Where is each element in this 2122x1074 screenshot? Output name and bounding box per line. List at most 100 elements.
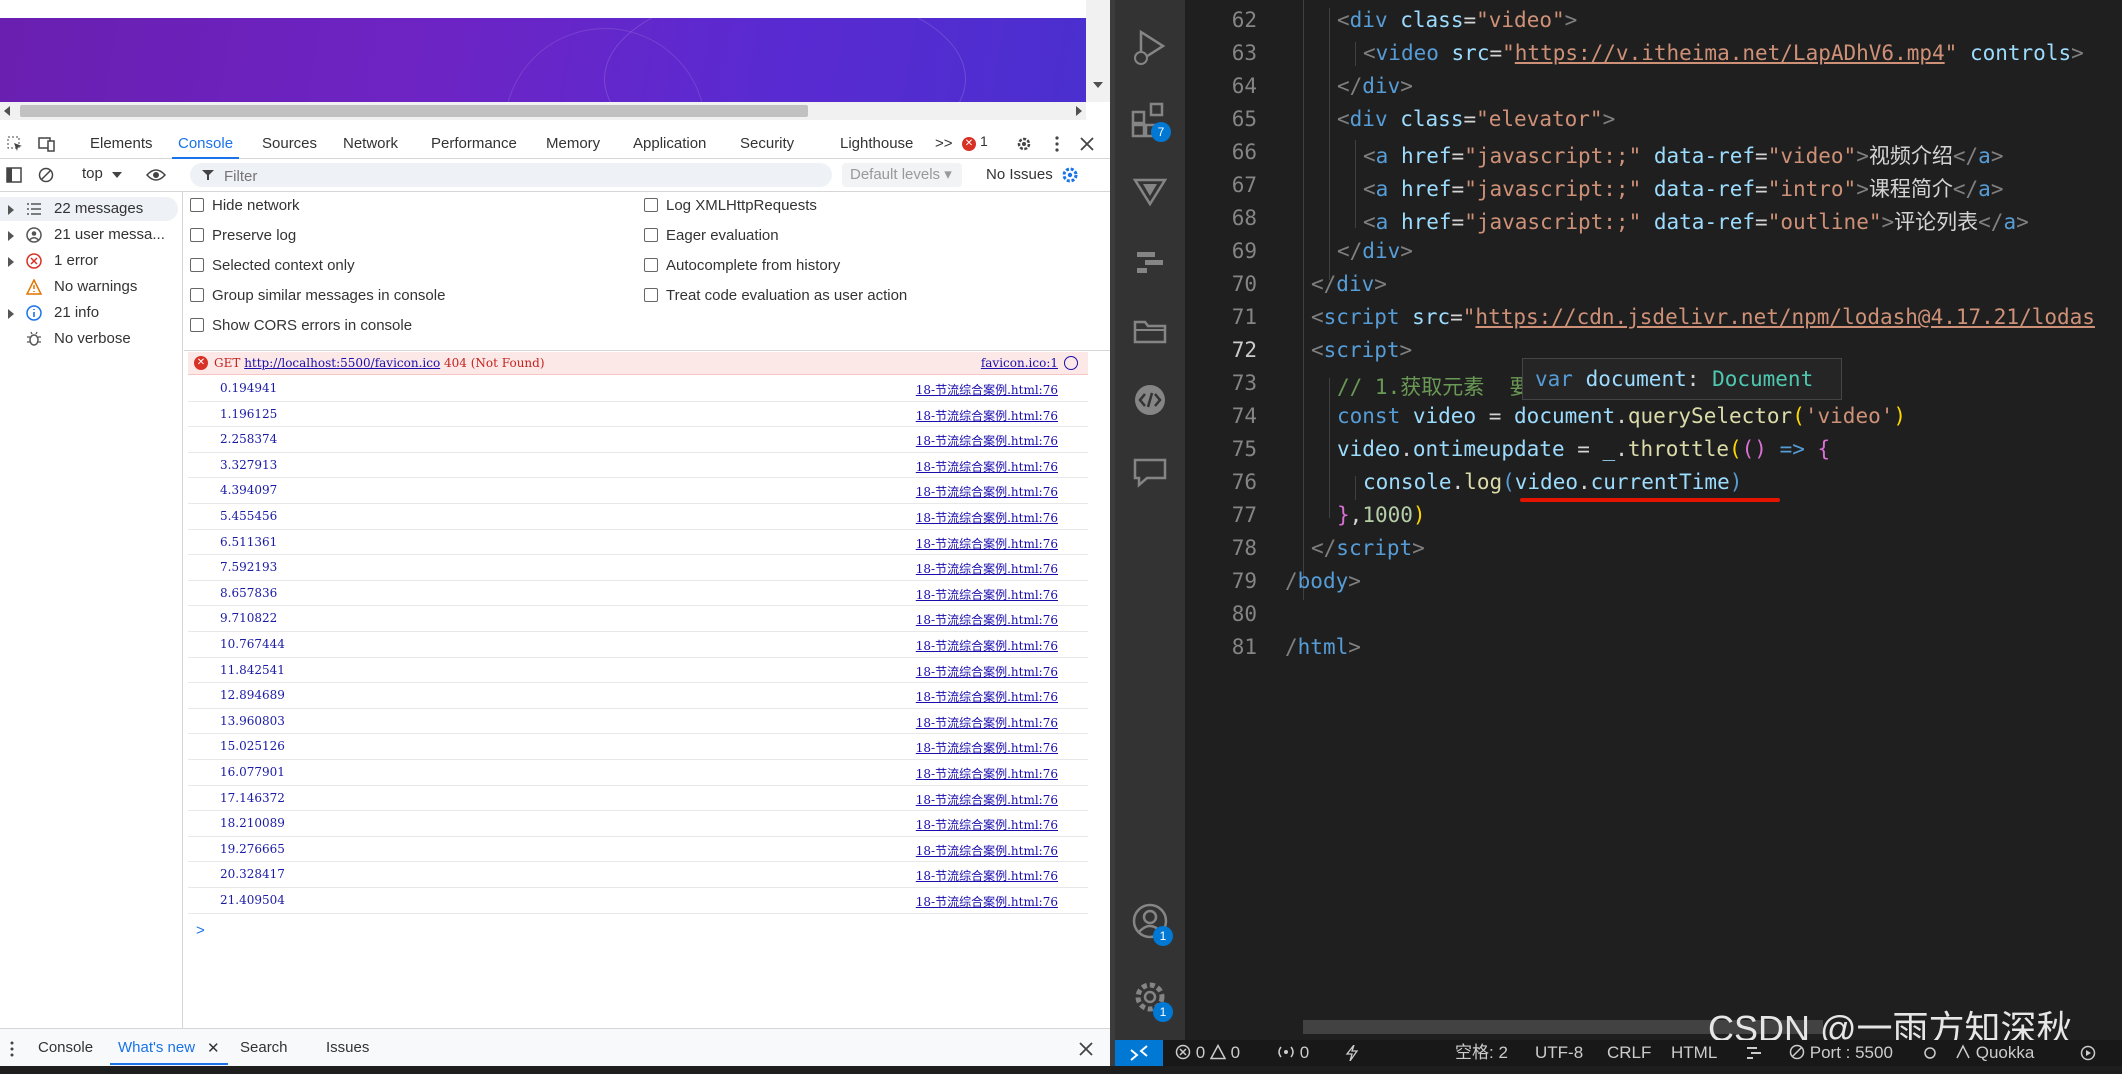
lightning-icon[interactable] <box>1345 1045 1359 1061</box>
tab-security[interactable]: Security <box>740 133 794 155</box>
error-url-link[interactable]: http://localhost:5500/favicon.ico <box>244 356 440 370</box>
log-source-link[interactable]: 18-节流综合案例.html:76 <box>916 432 1058 449</box>
indentation-status[interactable]: 空格: 2 <box>1455 1040 1508 1066</box>
log-source-link[interactable]: 18-节流综合案例.html:76 <box>916 765 1058 782</box>
log-source-link[interactable]: 18-节流综合案例.html:76 <box>916 893 1058 910</box>
drawer-close-icon[interactable] <box>1078 1041 1094 1057</box>
group-similar-checkbox[interactable]: Group similar messages in console <box>190 286 445 306</box>
drawer-tab-close-icon[interactable]: ✕ <box>207 1039 220 1057</box>
log-source-link[interactable]: 18-节流综合案例.html:76 <box>916 867 1058 884</box>
network-globe-icon[interactable] <box>1064 356 1078 370</box>
drawer-menu-icon[interactable] <box>8 1041 16 1057</box>
tab-network[interactable]: Network <box>343 133 398 155</box>
log-source-link[interactable]: 18-节流综合案例.html:76 <box>916 739 1058 756</box>
tab-application[interactable]: Application <box>633 133 706 155</box>
ports-indicator[interactable]: 0 <box>1277 1040 1309 1066</box>
format-icon[interactable] <box>1745 1045 1763 1061</box>
log-levels-dropdown[interactable]: Default levels ▾ <box>842 163 962 187</box>
drawer-tab-issues[interactable]: Issues <box>326 1039 369 1056</box>
more-tabs-chevron-icon[interactable]: >> <box>935 133 953 155</box>
tab-console[interactable]: Console <box>171 133 240 159</box>
accounts-icon[interactable]: 1 <box>1129 900 1173 946</box>
tab-lighthouse[interactable]: Lighthouse <box>840 133 913 155</box>
sidebar-item-warnings[interactable]: No warnings <box>0 275 178 299</box>
tab-elements[interactable]: Elements <box>90 133 153 155</box>
log-source-link[interactable]: 18-节流综合案例.html:76 <box>916 637 1058 654</box>
log-source-link[interactable]: 18-节流综合案例.html:76 <box>916 483 1058 500</box>
sidebar-toggle-icon[interactable] <box>6 167 22 183</box>
filter-box[interactable] <box>190 163 832 187</box>
log-source-link[interactable]: 18-节流综合案例.html:76 <box>916 714 1058 731</box>
close-icon[interactable] <box>1078 135 1096 153</box>
log-source-link[interactable]: 18-节流综合案例.html:76 <box>916 458 1058 475</box>
filter-input[interactable] <box>222 165 816 187</box>
code-editor[interactable]: 62 63 64 65 66 67 68 69 70 71 72 73 74 75 76 77 78 79 80 81… <box>1185 0 2122 1040</box>
console-settings-gear-icon[interactable] <box>1060 165 1080 185</box>
comments-icon[interactable] <box>1129 450 1171 492</box>
context-selector[interactable]: top <box>82 165 103 182</box>
scroll-left-arrow-icon[interactable] <box>4 106 10 116</box>
extensions-icon[interactable]: 7 <box>1129 98 1171 142</box>
selected-context-checkbox[interactable]: Selected context only <box>190 256 355 276</box>
inspect-element-icon[interactable] <box>6 135 24 153</box>
remote-explorer-icon[interactable] <box>1129 170 1171 212</box>
manage-gear-icon[interactable]: 1 <box>1129 976 1173 1022</box>
sidebar-item-verbose[interactable]: No verbose <box>0 327 178 351</box>
preserve-log-checkbox[interactable]: Preserve log <box>190 226 296 246</box>
log-source-link[interactable]: 18-节流综合案例.html:76 <box>916 560 1058 577</box>
tab-performance[interactable]: Performance <box>431 133 517 155</box>
error-count-badge-icon[interactable]: ✕ <box>962 137 976 151</box>
log-source-link[interactable]: 18-节流综合案例.html:76 <box>916 535 1058 552</box>
quokka-status[interactable]: Quokka <box>1955 1040 2034 1066</box>
log-source-link[interactable]: 18-节流综合案例.html:76 <box>916 842 1058 859</box>
issues-counter[interactable]: No Issues <box>986 166 1053 183</box>
log-source-link[interactable]: 18-节流综合案例.html:76 <box>916 663 1058 680</box>
console-prompt[interactable]: > <box>196 922 205 939</box>
log-xhr-checkbox[interactable]: Log XMLHttpRequests <box>644 196 817 216</box>
folder-icon[interactable] <box>1129 310 1171 352</box>
log-source-link[interactable]: 18-节流综合案例.html:76 <box>916 816 1058 833</box>
encoding-status[interactable]: UTF-8 <box>1535 1040 1583 1066</box>
clear-console-icon[interactable] <box>38 167 54 183</box>
log-source-link[interactable]: 18-节流综合案例.html:76 <box>916 509 1058 526</box>
error-source-link[interactable]: favicon.ico:1 <box>981 356 1058 370</box>
scroll-thumb[interactable] <box>20 105 808 117</box>
eol-status[interactable]: CRLF <box>1607 1040 1651 1066</box>
drawer-tab-console[interactable]: Console <box>38 1039 93 1056</box>
log-source-link[interactable]: 18-节流综合案例.html:76 <box>916 586 1058 603</box>
gear-icon[interactable] <box>1015 135 1033 153</box>
treat-code-eval-checkbox[interactable]: Treat code evaluation as user action <box>644 286 907 306</box>
language-status[interactable]: HTML <box>1671 1040 1717 1066</box>
page-horizontal-scrollbar[interactable] <box>0 102 1086 120</box>
error-count[interactable]: 1 <box>980 133 988 149</box>
sidebar-item-user-messages[interactable]: 21 user messa... <box>0 223 178 247</box>
tab-memory[interactable]: Memory <box>546 133 600 155</box>
eager-evaluation-checkbox[interactable]: Eager evaluation <box>644 226 779 246</box>
log-source-link[interactable]: 18-节流综合案例.html:76 <box>916 791 1058 808</box>
tab-sources[interactable]: Sources <box>262 133 317 155</box>
remote-indicator[interactable] <box>1115 1040 1163 1066</box>
drawer-tab-search[interactable]: Search <box>240 1039 288 1056</box>
video-url-link[interactable]: https://v.itheima.net/LapADhV6.mp4 <box>1515 41 1945 65</box>
log-source-link[interactable]: 18-节流综合案例.html:76 <box>916 381 1058 398</box>
scroll-right-arrow-icon[interactable] <box>1076 106 1082 116</box>
device-toolbar-icon[interactable] <box>38 135 56 153</box>
problems-indicator[interactable]: 0 0 <box>1175 1040 1240 1066</box>
lodash-url-link[interactable]: https://cdn.jsdelivr.net/npm/lodash@4.17… <box>1475 305 2095 329</box>
go-live-icon[interactable] <box>2080 1045 2096 1061</box>
cors-errors-checkbox[interactable]: Show CORS errors in console <box>190 316 412 336</box>
log-source-link[interactable]: 18-节流综合案例.html:76 <box>916 688 1058 705</box>
sidebar-item-info[interactable]: 21 info <box>0 301 178 325</box>
timeline-icon[interactable] <box>1129 240 1171 282</box>
run-debug-icon[interactable] <box>1129 26 1171 68</box>
autocomplete-history-checkbox[interactable]: Autocomplete from history <box>644 256 840 276</box>
page-vertical-scrollbar[interactable] <box>1086 0 1110 102</box>
hide-network-checkbox[interactable]: Hide network <box>190 196 300 216</box>
chevron-down-icon[interactable] <box>112 172 122 178</box>
copilot-icon[interactable] <box>1923 1045 1937 1061</box>
sidebar-item-messages[interactable]: 22 messages <box>0 197 178 221</box>
log-source-link[interactable]: 18-节流综合案例.html:76 <box>916 611 1058 628</box>
code-snippet-icon[interactable] <box>1129 380 1171 422</box>
sidebar-item-errors[interactable]: 1 error <box>0 249 178 273</box>
eye-icon[interactable] <box>146 167 166 183</box>
